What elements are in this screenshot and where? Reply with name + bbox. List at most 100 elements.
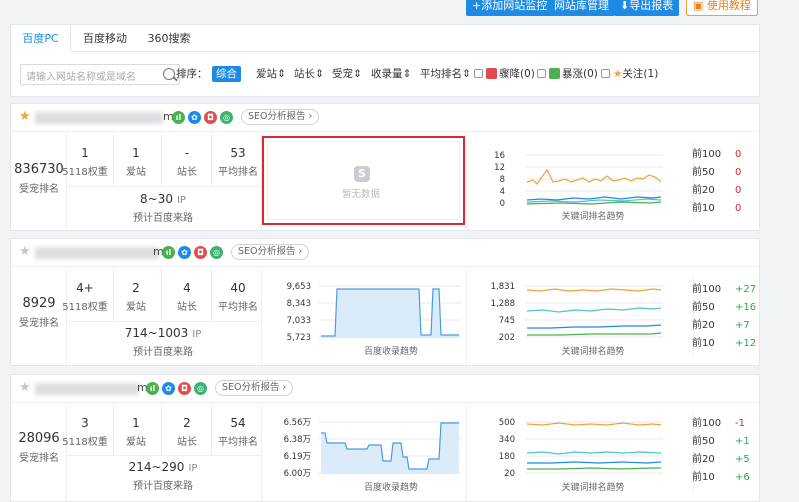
series-top20 [527, 324, 662, 329]
axis-label: 7,033 [287, 316, 311, 326]
baidu-paw-icon[interactable]: ✿ [188, 111, 201, 124]
series-top50 [526, 451, 662, 455]
kw-axis-labels: 16 12 8 4 0 [494, 151, 505, 209]
sort-arrow-icon: ⇕ [462, 68, 471, 80]
sort-arrow-icon: ⇕ [353, 68, 362, 80]
tab-baidu-pc[interactable]: 百度PC [11, 25, 71, 52]
series-top100 [526, 422, 662, 426]
checkbox[interactable] [537, 69, 546, 78]
star-icon[interactable]: ★ [19, 245, 31, 259]
checkbox[interactable] [601, 69, 610, 78]
sort-label: 排序： [176, 68, 208, 80]
sort-arrow-icon: ⇕ [315, 68, 324, 80]
engine-tabs: 百度PC 百度移动 360搜索 [11, 25, 759, 52]
rank-changes: 前100 0 前50 0 前20 0 前10 0 [692, 149, 742, 214]
axis-label: 6.19万 [284, 452, 311, 462]
stats-icon[interactable]: ıl [162, 246, 175, 259]
site-card-header: ★ m ıl ✿ ◘ ◎ SEO分析报告 › [11, 104, 759, 132]
axis-label: 9,653 [287, 282, 311, 292]
keyword-trend-chart: 500 340 180 20 关键词排名趋势 [499, 418, 663, 493]
series-top100 [526, 168, 662, 185]
sort-arrow-icon: ⇕ [277, 68, 286, 80]
series-top50 [526, 307, 662, 313]
star-icon: ★ [613, 68, 623, 80]
sort-arrow-icon: ⇕ [402, 68, 412, 80]
chevron-right-icon: › [308, 111, 313, 122]
axis-label: 8,343 [287, 299, 311, 309]
checkbox[interactable] [474, 69, 483, 78]
domain-redacted [35, 247, 159, 259]
axis-label: 5,723 [287, 333, 311, 343]
avg-rank-stat: 40 平均排名 [218, 281, 258, 313]
site-card: ★ m ıl ✿ ◘ ◎ SEO分析报告 › 836730 受宠排名 1 5118… [10, 103, 760, 231]
traffic-block: 214~290 IP 预计百度来路 [128, 460, 198, 492]
search-icon[interactable] [163, 68, 175, 80]
sort-index[interactable]: 收录量⇕ [371, 65, 411, 83]
domain-redacted [35, 112, 163, 124]
series-top20 [527, 461, 662, 464]
shield-icon[interactable]: ◘ [204, 111, 217, 124]
axis-label: 745 [499, 316, 515, 326]
site-card: ★ m ıl ✿ ◘ ◎ SEO分析报告 › 8929 受宠排名 4+ 5118权… [10, 238, 760, 366]
stats-icon[interactable]: ıl [146, 382, 159, 395]
site-card-header: ★ m ıl ✿ ◘ ◎ SEO分析报告 › [11, 375, 759, 403]
axis-label: 0 [500, 199, 505, 209]
axis-label: 500 [499, 418, 515, 428]
tutorial-button[interactable]: ▣ 使用教程 [686, 0, 758, 16]
site-library-button[interactable]: 网站库管理 [548, 0, 615, 16]
index-axis-labels: 9,653 8,343 7,033 5,723 [287, 282, 311, 343]
kw-axis-labels: 500 340 180 20 [499, 418, 515, 479]
add-monitor-button[interactable]: +添加网站监控 [466, 0, 554, 16]
series-top100 [526, 288, 662, 292]
sort-zhanzhang[interactable]: 站长⇕ [294, 65, 324, 83]
axis-label: 6.00万 [284, 469, 311, 479]
index-chart-empty: S 暂无数据 [262, 136, 465, 225]
index-area [321, 423, 459, 474]
kw-axis-labels: 1,831 1,288 745 202 [491, 282, 515, 343]
seo-report-link[interactable]: SEO分析报告 › [241, 109, 320, 125]
star-icon[interactable]: ★ [19, 381, 31, 395]
baidu-paw-icon[interactable]: ✿ [162, 382, 175, 395]
export-report-button[interactable]: ⬇导出报表 [614, 0, 680, 16]
axis-label: 180 [499, 452, 515, 462]
filter-follow[interactable]: ★关注(1) [601, 65, 658, 83]
sort-overall[interactable]: 综合 [212, 66, 241, 82]
baidu-paw-icon[interactable]: ✿ [178, 246, 191, 259]
tab-baidu-mobile[interactable]: 百度移动 [75, 25, 135, 52]
seo-report-link[interactable]: SEO分析报告 › [231, 244, 310, 260]
shield-icon[interactable]: ◘ [178, 382, 191, 395]
keyword-trend-chart: 1,831 1,288 745 202 关键词排名趋势 [491, 282, 663, 357]
tab-360[interactable]: 360搜索 [139, 25, 199, 52]
star-icon[interactable]: ★ [19, 110, 31, 124]
chevron-right-icon: › [298, 246, 303, 257]
axis-label: 1,288 [491, 299, 515, 309]
search-input[interactable]: 请输入网站名称或是域名 [20, 64, 180, 85]
shield-icon[interactable]: ◘ [194, 246, 207, 259]
axis-label: 1,831 [491, 282, 515, 292]
chevron-right-icon: › [282, 382, 287, 393]
axis-label: 20 [504, 469, 515, 479]
sort-avg-rank[interactable]: 平均排名⇕ [420, 65, 471, 83]
avg-rank-stat: 54 平均排名 [218, 416, 258, 448]
download-icon: ⬇ [620, 0, 630, 12]
stats-icon[interactable]: ıl [172, 111, 185, 124]
axis-label: 16 [494, 151, 505, 161]
logo-icon: S [354, 166, 370, 182]
sort-aizhan[interactable]: 爱站⇕ [256, 65, 286, 83]
book-icon: ▣ [693, 0, 707, 12]
rank-changes: 前100 -1 前50 +1 前20 +5 前10 +6 [692, 418, 750, 483]
keyword-trend-chart: 16 12 8 4 0 关键词排名趋势 [494, 151, 663, 222]
top-toolbar: +添加网站监控 网站库管理 ⬇导出报表 ▣ 使用教程 [0, 0, 799, 18]
search-circle-icon[interactable]: ◎ [220, 111, 233, 124]
filter-rise[interactable]: 暴涨(0) [537, 65, 598, 83]
sort-shouchong[interactable]: 受宠⇕ [332, 65, 362, 83]
seo-report-link[interactable]: SEO分析报告 › [215, 380, 294, 396]
kw-trend-caption: 关键词排名趋势 [561, 481, 624, 493]
search-circle-icon[interactable]: ◎ [194, 382, 207, 395]
search-circle-icon[interactable]: ◎ [210, 246, 223, 259]
filter-panel: 百度PC 百度移动 360搜索 请输入网站名称或是域名 排序： 综合 爱站⇕ 站… [10, 24, 760, 97]
index-axis-labels: 6.56万 6.38万 6.19万 6.00万 [284, 418, 311, 479]
series-top10 [527, 467, 661, 470]
filter-drop[interactable]: 骤降(0) [474, 65, 535, 83]
traffic-block: 714~1003 IP 预计百度来路 [124, 326, 202, 358]
